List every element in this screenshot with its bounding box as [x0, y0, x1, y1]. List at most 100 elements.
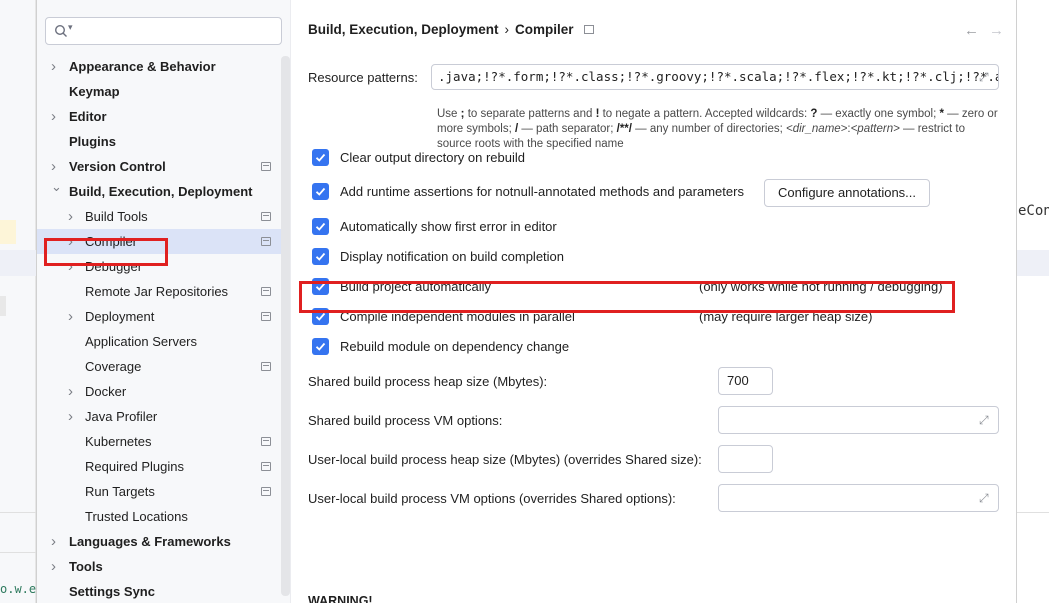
hint-fragment: to negate a pattern. Accepted wildcards:: [599, 108, 811, 120]
rebuild-module-label: Rebuild module on dependency change: [340, 339, 570, 354]
sidebar-item-languages-frameworks[interactable]: › Languages & Frameworks: [37, 529, 281, 554]
hint-fragment: <pattern>: [850, 123, 900, 135]
sidebar-item-label: Version Control: [69, 159, 166, 174]
sidebar-item-remote-jar-repositories[interactable]: Remote Jar Repositories: [37, 279, 281, 304]
project-scope-icon: [261, 287, 271, 296]
chevron-right-icon[interactable]: ›: [51, 54, 63, 79]
search-icon: [54, 24, 67, 37]
sidebar-item-application-servers[interactable]: Application Servers: [37, 329, 281, 354]
sidebar-item-tools[interactable]: › Tools: [37, 554, 281, 579]
sidebar-item-editor[interactable]: › Editor: [37, 104, 281, 129]
background-code-fragment-left: o.w.e: [0, 582, 37, 596]
hint-fragment: /**/: [616, 123, 632, 135]
checkbox-checked-icon[interactable]: [312, 218, 329, 235]
background-line-band: [0, 250, 36, 276]
chevron-down-icon[interactable]: ⌄: [51, 179, 63, 204]
shared-heap-input[interactable]: 700: [718, 367, 773, 395]
clear-output-label: Clear output directory on rebuild: [340, 150, 525, 165]
chevron-right-icon[interactable]: ›: [51, 154, 63, 179]
sidebar-item-label: Plugins: [69, 134, 116, 149]
background-divider: [0, 552, 36, 553]
user-heap-label: User-local build process heap size (Mbyt…: [308, 452, 702, 467]
expand-icon[interactable]: ⤢: [979, 491, 993, 505]
project-scope-icon: [583, 25, 594, 34]
sidebar-item-label: Application Servers: [85, 334, 197, 349]
forward-arrow-icon[interactable]: →: [989, 22, 1004, 39]
sidebar-item-keymap[interactable]: Keymap: [37, 79, 281, 104]
annotation-highlight-build-automatically: [299, 281, 955, 313]
chevron-right-icon[interactable]: ›: [51, 554, 63, 579]
project-scope-icon: [261, 212, 271, 221]
breadcrumb: Build, Execution, Deployment › Compiler: [308, 22, 594, 37]
project-scope-icon: [261, 162, 271, 171]
sidebar-item-kubernetes[interactable]: Kubernetes: [37, 429, 281, 454]
shared-vm-options-input[interactable]: ⤢: [718, 406, 999, 434]
resource-patterns-input[interactable]: .java;!?*.form;!?*.class;!?*.groovy;!?*.…: [431, 64, 999, 90]
search-input[interactable]: ▾: [45, 17, 282, 45]
sidebar-item-version-control[interactable]: › Version Control: [37, 154, 281, 179]
sidebar-item-label: Deployment: [85, 309, 155, 324]
sidebar-item-label: Languages & Frameworks: [69, 534, 231, 549]
background-divider: [0, 512, 36, 513]
sidebar-item-label: Java Profiler: [85, 409, 158, 424]
warning-heading: WARNING!: [308, 594, 373, 603]
hint-fragment: <dir_name>: [786, 123, 848, 135]
background-code-fragment-right: eCon: [1018, 203, 1049, 219]
background-line-band: [1017, 250, 1049, 276]
resource-patterns-label: Resource patterns:: [308, 70, 418, 85]
sidebar-item-label: Tools: [69, 559, 103, 574]
checkbox-checked-icon[interactable]: [312, 149, 329, 166]
sidebar-item-label: Build, Execution, Deployment: [69, 184, 253, 199]
chevron-right-icon[interactable]: ›: [68, 204, 80, 229]
user-vm-options-input[interactable]: ⤢: [718, 484, 999, 512]
sidebar-item-label: Keymap: [69, 84, 120, 99]
checkbox-checked-icon[interactable]: [312, 248, 329, 265]
sidebar-item-appearance-behavior[interactable]: › Appearance & Behavior: [37, 54, 281, 79]
sidebar-item-label: Coverage: [85, 359, 142, 374]
configure-annotations-button[interactable]: Configure annotations...: [764, 179, 930, 207]
sidebar-item-label: Kubernetes: [85, 434, 152, 449]
breadcrumb-parent[interactable]: Build, Execution, Deployment: [308, 22, 499, 37]
expand-icon[interactable]: ⤢: [979, 70, 993, 84]
checkbox-checked-icon[interactable]: [312, 338, 329, 355]
sidebar-item-label: Editor: [69, 109, 107, 124]
sidebar-item-plugins[interactable]: Plugins: [37, 129, 281, 154]
chevron-right-icon[interactable]: ›: [68, 304, 80, 329]
resource-patterns-hint: Use ; to separate patterns and ! to nega…: [437, 107, 999, 152]
expand-icon[interactable]: ⤢: [979, 413, 993, 427]
hint-fragment: Use: [437, 108, 461, 120]
user-vm-options-label: User-local build process VM options (ove…: [308, 491, 676, 506]
user-heap-input[interactable]: [718, 445, 773, 473]
sidebar-item-java-profiler[interactable]: › Java Profiler: [37, 404, 281, 429]
background-line-highlight: [0, 220, 16, 244]
chevron-right-icon[interactable]: ›: [51, 104, 63, 129]
sidebar-item-run-targets[interactable]: Run Targets: [37, 479, 281, 504]
sidebar-item-required-plugins[interactable]: Required Plugins: [37, 454, 281, 479]
chevron-right-icon[interactable]: ›: [68, 379, 80, 404]
sidebar-item-build-tools[interactable]: › Build Tools: [37, 204, 281, 229]
sidebar-item-deployment[interactable]: › Deployment: [37, 304, 281, 329]
shared-vm-options-label: Shared build process VM options:: [308, 413, 503, 428]
shared-heap-label: Shared build process heap size (Mbytes):: [308, 374, 548, 389]
sidebar-scrollbar[interactable]: [281, 56, 290, 596]
hint-fragment: — exactly one symbol;: [817, 108, 940, 120]
display-notification-label: Display notification on build completion: [340, 249, 565, 264]
breadcrumb-current: Compiler: [515, 22, 574, 37]
settings-sidebar: ▾ › Appearance & Behavior Keymap › Editor Plu…: [37, 0, 291, 603]
checkbox-checked-icon[interactable]: [312, 183, 329, 200]
sidebar-item-settings-sync[interactable]: Settings Sync: [37, 579, 281, 603]
project-scope-icon: [261, 462, 271, 471]
back-arrow-icon[interactable]: ←: [964, 22, 979, 39]
search-dropdown-icon[interactable]: ▾: [68, 22, 73, 33]
sidebar-item-docker[interactable]: › Docker: [37, 379, 281, 404]
sidebar-item-label: Build Tools: [85, 209, 148, 224]
resource-patterns-value: .java;!?*.form;!?*.class;!?*.groovy;!?*.…: [438, 69, 999, 84]
chevron-right-icon[interactable]: ›: [51, 529, 63, 554]
chevron-right-icon[interactable]: ›: [68, 404, 80, 429]
sidebar-item-trusted-locations[interactable]: Trusted Locations: [37, 504, 281, 529]
project-scope-icon: [261, 237, 271, 246]
project-scope-icon: [261, 362, 271, 371]
sidebar-item-coverage[interactable]: Coverage: [37, 354, 281, 379]
shared-heap-value: 700: [727, 373, 749, 388]
sidebar-item-build-execution-deployment[interactable]: ⌄ Build, Execution, Deployment: [37, 179, 281, 204]
